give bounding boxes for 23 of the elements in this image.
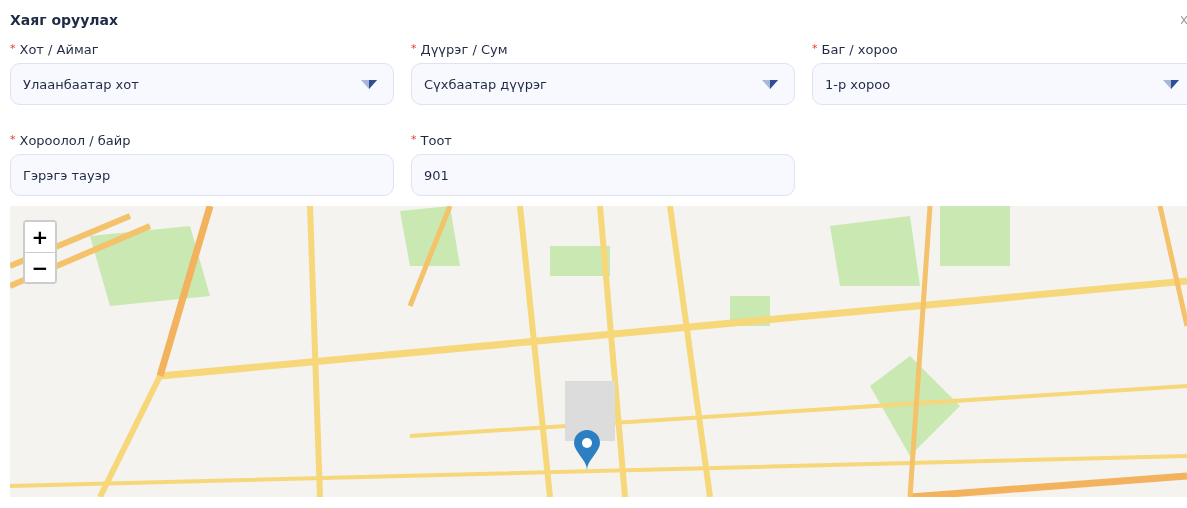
caret-icon [361, 79, 377, 89]
required-mark: * [411, 42, 417, 55]
close-icon[interactable] [1181, 15, 1187, 25]
field-label: * Хороолол / байр [10, 133, 132, 150]
caret-icon [1163, 79, 1179, 89]
required-mark: * [812, 42, 818, 55]
section-title: Хаяг оруулах [10, 12, 119, 28]
field-label: * Хот / Аймаг [10, 42, 100, 59]
dropdown-field[interactable]: 1-р хороо [812, 63, 1187, 105]
required-mark: * [10, 42, 16, 55]
caret-icon [762, 79, 778, 89]
required-mark: * [411, 133, 417, 146]
dropdown-field[interactable]: Сүхбаатар дүүрэг [411, 63, 795, 105]
dropdown-field[interactable]: Улаанбаатар хот [10, 63, 394, 105]
input-field[interactable]: 901 [411, 154, 795, 196]
field-label: * Баг / хороо [812, 42, 899, 59]
required-mark: * [10, 133, 16, 146]
input-field[interactable]: Гэрэгэ тауэр [10, 154, 394, 196]
map-view[interactable]: + − [10, 206, 1187, 497]
location-pin-icon [574, 430, 600, 470]
field-label: * Дүүрэг / Сум [411, 42, 509, 59]
zoom-out-button[interactable]: − [25, 252, 55, 282]
field-label: * Тоот [411, 133, 453, 150]
